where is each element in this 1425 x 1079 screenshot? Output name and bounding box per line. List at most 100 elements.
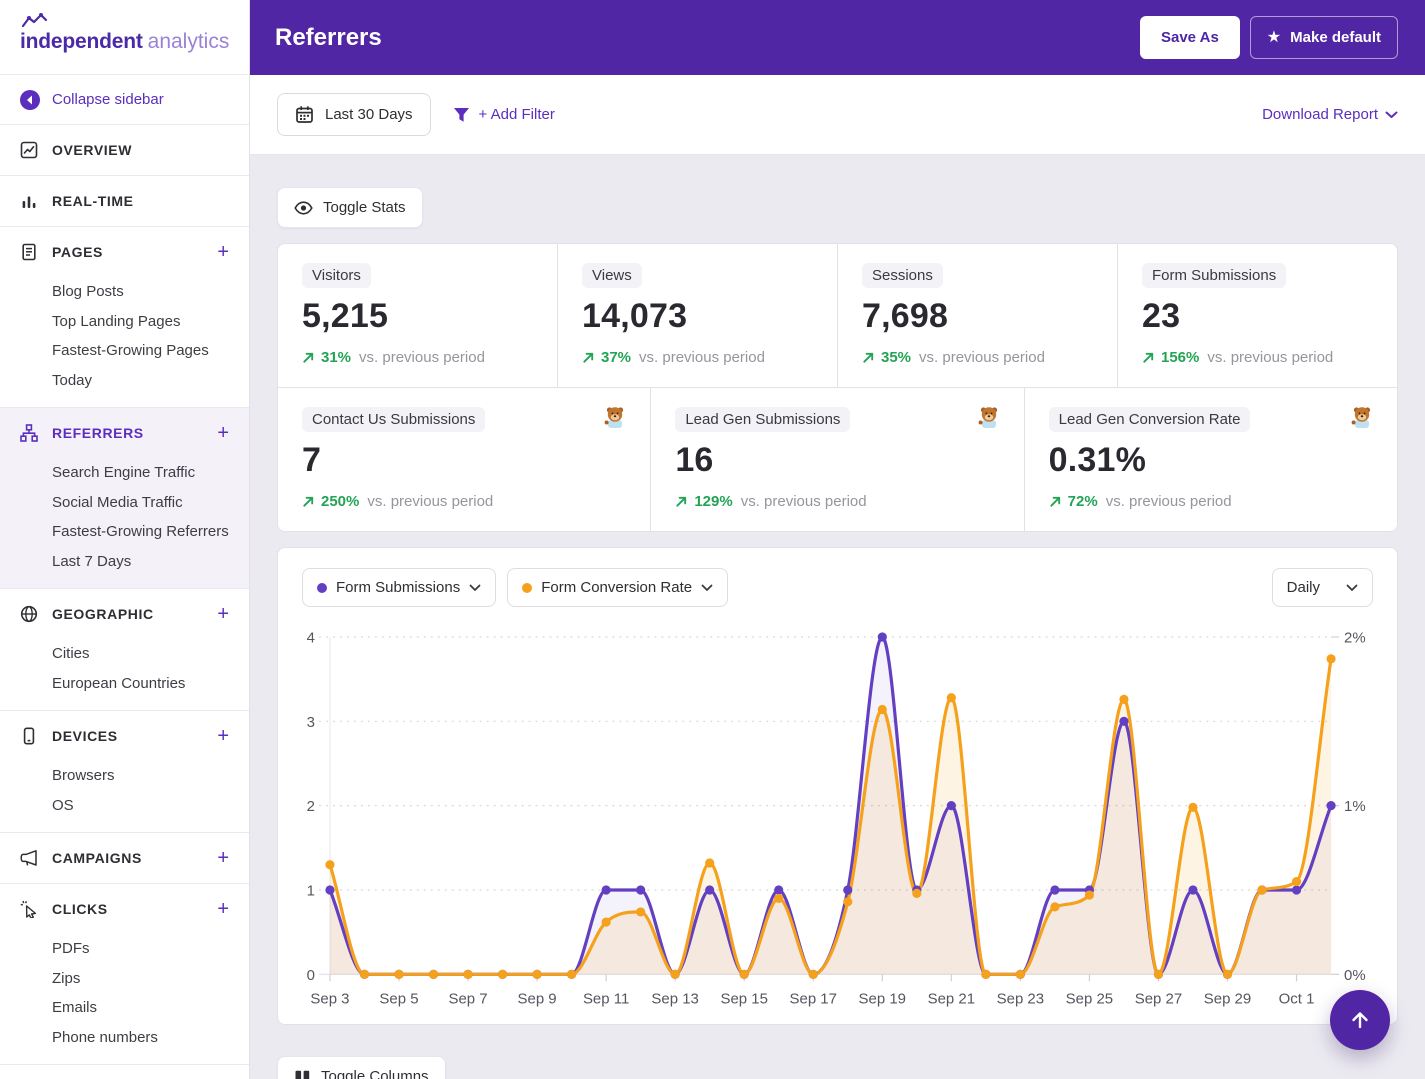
sidebar-subitem[interactable]: Search Engine Traffic xyxy=(52,458,249,488)
sidebar-item-geographic[interactable]: GEOGRAPHIC+ xyxy=(0,589,249,639)
series-dot-purple xyxy=(317,583,327,593)
download-report-button[interactable]: Download Report xyxy=(1262,106,1398,123)
trend-up-icon xyxy=(1049,495,1062,508)
form-conversion-rate-point xyxy=(671,970,680,979)
form-conversion-rate-point xyxy=(981,970,990,979)
sidebar-subitem[interactable]: European Countries xyxy=(52,669,249,699)
sidebar-subitem[interactable]: Browsers xyxy=(52,761,249,791)
add-devices-report-button[interactable]: + xyxy=(217,726,229,746)
sidebar-item-label: PAGES xyxy=(52,244,103,260)
stat-value: 7,698 xyxy=(862,297,1093,336)
sidebar-item-campaigns[interactable]: CAMPAIGNS + xyxy=(0,833,249,883)
stat-change: 156%vs. previous period xyxy=(1142,349,1373,366)
stat-value: 5,215 xyxy=(302,297,533,336)
form-conversion-rate-point xyxy=(498,970,507,979)
left-axis-tick: 4 xyxy=(307,629,315,646)
x-axis-tick: Sep 9 xyxy=(518,990,557,1007)
add-pages-report-button[interactable]: + xyxy=(217,242,229,262)
scroll-to-top-button[interactable] xyxy=(1330,990,1390,1050)
interval-dropdown[interactable]: Daily xyxy=(1272,568,1373,607)
sidebar-subitem[interactable]: Top Landing Pages xyxy=(52,307,249,337)
stat-change-note: vs. previous period xyxy=(359,349,485,366)
date-range-button[interactable]: Last 30 Days xyxy=(277,93,431,136)
download-report-label: Download Report xyxy=(1262,106,1378,123)
add-clicks-report-button[interactable]: + xyxy=(217,899,229,919)
add-campaigns-report-button[interactable]: + xyxy=(217,848,229,868)
toggle-stats-button[interactable]: Toggle Stats xyxy=(277,187,423,228)
stat-change-pct: 129% xyxy=(694,493,732,510)
sidebar-item-referrers[interactable]: REFERRERS + xyxy=(0,408,249,458)
form-submissions-point xyxy=(843,885,852,894)
stat-change-note: vs. previous period xyxy=(919,349,1045,366)
page-title: Referrers xyxy=(275,24,382,52)
sidebar-item-clicks[interactable]: CLICKS + xyxy=(0,884,249,934)
sidebar-item-overview[interactable]: OVERVIEW xyxy=(0,125,249,175)
add-geographic-report-button[interactable]: + xyxy=(217,604,229,624)
sidebar-item-label: CAMPAIGNS xyxy=(52,850,142,866)
arrow-up-icon xyxy=(1348,1008,1372,1032)
form-conversion-rate-point xyxy=(1188,803,1197,812)
stat-change-note: vs. previous period xyxy=(741,493,867,510)
make-default-button[interactable]: ★ Make default xyxy=(1250,16,1398,59)
sidebar-item-real-time[interactable]: REAL-TIME xyxy=(0,176,249,226)
sidebar-subitem[interactable]: Phone numbers xyxy=(52,1023,249,1053)
sidebar-item-label: REAL-TIME xyxy=(52,193,134,209)
sidebar-section-real-time: REAL-TIME xyxy=(0,176,249,227)
form-conversion-rate-point xyxy=(1085,890,1094,899)
sidebar-subitem[interactable]: Emails xyxy=(52,993,249,1023)
series-2-label: Form Conversion Rate xyxy=(541,579,692,596)
toggle-columns-button[interactable]: Toggle Columns xyxy=(277,1056,446,1079)
form-conversion-rate-point xyxy=(843,897,852,906)
add-filter-button[interactable]: + Add Filter xyxy=(453,106,555,123)
collapse-sidebar-button[interactable]: Collapse sidebar xyxy=(0,75,249,125)
right-axis-tick: 0% xyxy=(1344,967,1366,984)
toggle-columns-label: Toggle Columns xyxy=(321,1068,429,1079)
sidebar-subitem[interactable]: OS xyxy=(52,791,249,821)
sidebar-subitem[interactable]: Blog Posts xyxy=(52,277,249,307)
form-conversion-rate-point xyxy=(394,970,403,979)
form-submissions-point xyxy=(878,632,887,641)
x-axis-tick: Sep 7 xyxy=(448,990,487,1007)
sidebar: independent analytics Collapse sidebar O… xyxy=(0,0,250,1079)
x-axis-tick: Sep 11 xyxy=(583,990,629,1007)
sidebar-item-label: REFERRERS xyxy=(52,425,144,441)
form-conversion-rate-point xyxy=(774,894,783,903)
stat-card: Contact Us Submissions7250%vs. previous … xyxy=(278,388,650,531)
form-conversion-rate-point xyxy=(740,970,749,979)
save-as-button[interactable]: Save As xyxy=(1140,16,1240,59)
series-selector-form-submissions[interactable]: Form Submissions xyxy=(302,568,496,607)
add-referrers-report-button[interactable]: + xyxy=(217,423,229,443)
sidebar-subitem[interactable]: Social Media Traffic xyxy=(52,488,249,518)
pages-subitems: Blog PostsTop Landing PagesFastest-Growi… xyxy=(0,277,249,407)
series-selector-form-conversion-rate[interactable]: Form Conversion Rate xyxy=(507,568,728,607)
trend-up-icon xyxy=(675,495,688,508)
chevron-down-icon xyxy=(469,584,481,592)
sidebar-subitem[interactable]: Fastest-Growing Pages xyxy=(52,336,249,366)
sidebar-item-pages[interactable]: PAGES + xyxy=(0,227,249,277)
sidebar-item-devices[interactable]: DEVICES+ xyxy=(0,711,249,761)
sidebar-subitem[interactable]: Zips xyxy=(52,964,249,994)
sidebar-subitem[interactable]: Cities xyxy=(52,639,249,669)
chevron-down-icon xyxy=(1385,111,1398,119)
star-icon: ★ xyxy=(1267,30,1281,46)
stat-change-pct: 156% xyxy=(1161,349,1199,366)
page-header: Referrers Save As ★ Make default xyxy=(250,0,1425,75)
stat-card: Sessions7,69835%vs. previous period xyxy=(838,244,1117,387)
trend-up-icon xyxy=(302,351,315,364)
stat-label: Lead Gen Submissions xyxy=(675,407,850,432)
sidebar-item-label: CLICKS xyxy=(52,901,108,917)
form-submissions-point xyxy=(705,885,714,894)
left-axis-tick: 3 xyxy=(307,714,315,731)
stat-label: Visitors xyxy=(302,263,371,288)
sidebar-subitem[interactable]: Fastest-Growing Referrers xyxy=(52,517,249,547)
form-conversion-rate-point xyxy=(878,705,887,714)
stat-change-pct: 31% xyxy=(321,349,351,366)
sidebar-section-devices: DEVICES+BrowsersOS xyxy=(0,711,249,833)
form-conversion-rate-point xyxy=(1223,970,1232,979)
clicks-icon xyxy=(20,900,38,918)
sidebar-subitem[interactable]: Today xyxy=(52,366,249,396)
form-submissions-point xyxy=(602,885,611,894)
sidebar-subitem[interactable]: PDFs xyxy=(52,934,249,964)
stat-change: 72%vs. previous period xyxy=(1049,493,1373,510)
sidebar-subitem[interactable]: Last 7 Days xyxy=(52,547,249,577)
